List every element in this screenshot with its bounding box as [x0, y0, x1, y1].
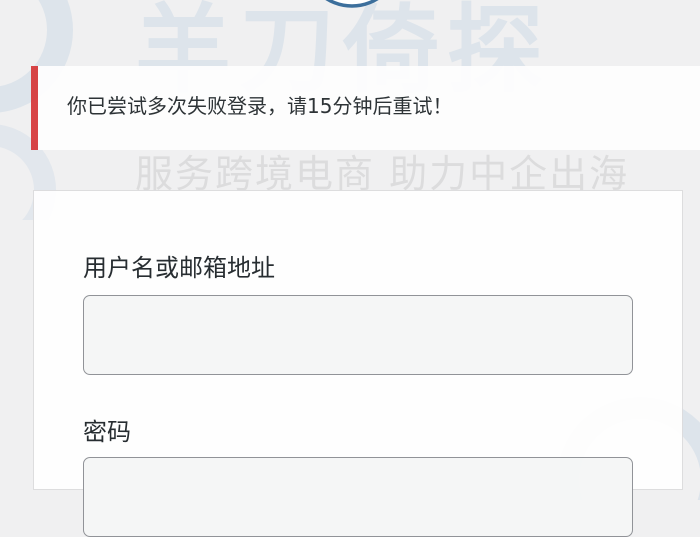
login-error-message: 你已尝试多次失败登录，请15分钟后重试！: [67, 94, 453, 118]
password-label: 密码: [83, 418, 131, 446]
site-logo-icon[interactable]: [298, 0, 406, 12]
username-label: 用户名或邮箱地址: [83, 254, 275, 282]
login-error-notice: 你已尝试多次失败登录，请15分钟后重试！: [31, 66, 700, 150]
username-input[interactable]: [83, 295, 633, 375]
login-form: 用户名或邮箱地址 密码: [33, 190, 683, 537]
password-input[interactable]: [83, 457, 633, 537]
